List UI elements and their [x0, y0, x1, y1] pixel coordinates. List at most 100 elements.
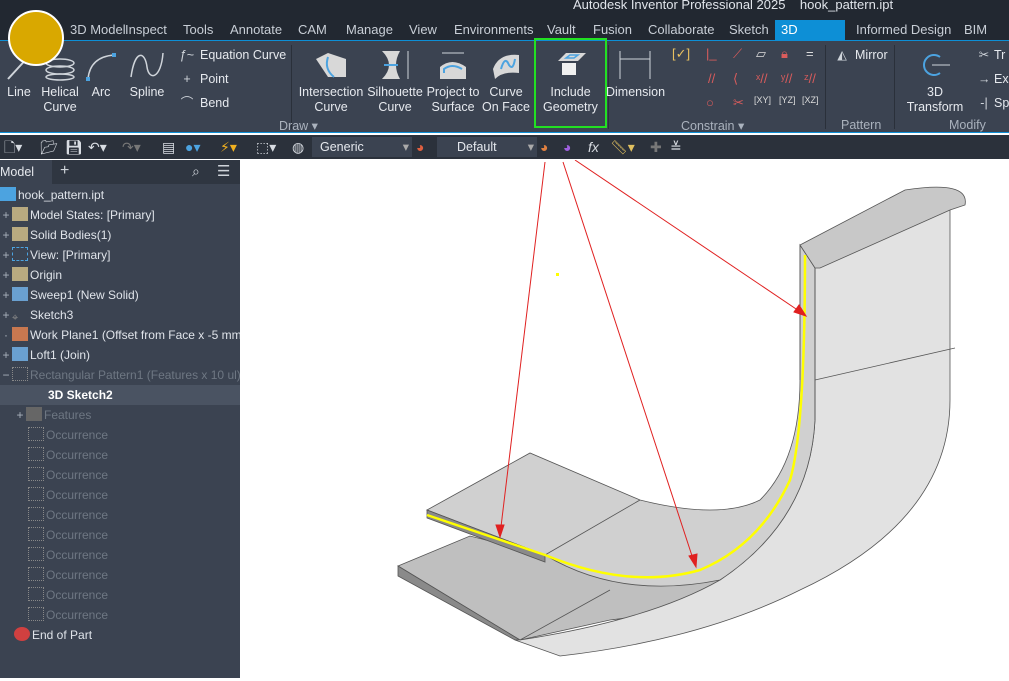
extend-button[interactable]: → Ex: [978, 70, 1009, 88]
trim-button[interactable]: ✂︎ Tr: [978, 46, 1006, 64]
tree-item[interactable]: Occurrence: [0, 485, 240, 505]
update-icon[interactable]: ●▾: [185, 138, 200, 156]
select-icon[interactable]: ⬚▾: [256, 138, 276, 156]
tab-cam[interactable]: CAM: [292, 20, 333, 40]
tree-item[interactable]: Occurrence: [0, 565, 240, 585]
tab-3d-sketch[interactable]: 3D Sketch: [775, 20, 845, 57]
tab-environments[interactable]: Environments: [448, 20, 539, 40]
tree-item[interactable]: Occurrence: [0, 525, 240, 545]
tree-item[interactable]: Occurrence: [0, 425, 240, 445]
tree-item[interactable]: · Work Plane1 (Offset from Face x -5 mm): [0, 325, 246, 345]
tree-item[interactable]: + Loft1 (Join): [0, 345, 240, 365]
fx-icon[interactable]: fx: [588, 138, 599, 156]
model-canvas[interactable]: [240, 159, 1009, 678]
tree-item[interactable]: Occurrence: [0, 505, 240, 525]
smooth-constraint-icon[interactable]: ▱: [756, 46, 766, 62]
3d-transform-button[interactable]: 3D Transform: [898, 49, 972, 115]
tree-label: Occurrence: [46, 528, 109, 542]
curve-on-face-button[interactable]: Curve On Face: [482, 49, 530, 115]
tree-item[interactable]: + Features: [0, 405, 240, 425]
tab-annotate[interactable]: Annotate: [224, 20, 288, 40]
tangent-constraint-icon[interactable]: ⟋: [733, 46, 742, 62]
customize-icon[interactable]: ≚: [670, 138, 682, 156]
tree-item-end-of-part[interactable]: End of Part: [0, 625, 240, 645]
tab-bim[interactable]: BIM Defi: [958, 20, 1009, 57]
draw-panel-label[interactable]: Draw ▾: [279, 118, 318, 133]
search-icon[interactable]: ⌕: [192, 163, 200, 180]
tree-item[interactable]: Occurrence: [0, 545, 240, 565]
parallel-y-icon[interactable]: ʸ//: [781, 71, 792, 86]
tree-item[interactable]: + View: [Primary]: [0, 245, 240, 265]
graphics-viewport[interactable]: [240, 159, 1009, 678]
silhouette-curve-button[interactable]: Silhouette Curve: [366, 49, 424, 115]
coincident-constraint-icon[interactable]: ⟨: [733, 71, 738, 87]
yz-plane-icon[interactable]: [YZ]: [779, 95, 796, 105]
tab-manage[interactable]: Manage: [340, 20, 399, 40]
tab-collaborate[interactable]: Collaborate: [642, 20, 721, 40]
redo-icon[interactable]: ↷▾: [122, 138, 141, 156]
parallel-constraint-icon[interactable]: //: [708, 71, 715, 86]
arc-button[interactable]: Arc: [84, 49, 118, 100]
tab-view[interactable]: View: [403, 20, 443, 40]
new-icon[interactable]: 🗋▾: [4, 138, 22, 156]
tree-item[interactable]: + Origin: [0, 265, 240, 285]
xy-plane-icon[interactable]: [XY]: [754, 95, 771, 105]
add-tab-icon[interactable]: +: [60, 162, 69, 180]
rebuild-icon[interactable]: ⚡▾: [220, 138, 237, 156]
intersection-curve-button[interactable]: Intersection Curve: [298, 49, 364, 115]
3d-transform-label: 3D Transform: [906, 85, 964, 114]
save-icon[interactable]: 💾︎: [65, 138, 83, 156]
mirror-button[interactable]: ◭ Mirror: [833, 46, 887, 64]
tree-item[interactable]: Occurrence: [0, 585, 240, 605]
model-tab[interactable]: Model ✕: [0, 160, 52, 203]
on-face-icon[interactable]: ✂︎: [733, 95, 744, 111]
tab-vault[interactable]: Vault: [541, 20, 582, 40]
spline-button[interactable]: Spline: [126, 49, 168, 100]
appearance-dropdown[interactable]: Default ▾: [437, 137, 537, 157]
parallel-x-icon[interactable]: ˣ//: [756, 71, 768, 86]
tree-root[interactable]: hook_pattern.ipt: [0, 185, 240, 205]
measure-icon[interactable]: 📏︎▾: [610, 138, 635, 156]
tab-fusion[interactable]: Fusion: [587, 20, 638, 40]
tree-item[interactable]: Occurrence: [0, 605, 240, 625]
material-icon[interactable]: ◍: [292, 138, 304, 156]
constrain-panel-label[interactable]: Constrain ▾: [681, 118, 744, 133]
tree-item-3d-sketch2[interactable]: 3D Sketch2: [0, 385, 240, 405]
tree-item[interactable]: Occurrence: [0, 465, 240, 485]
dimension-button[interactable]: Dimension: [606, 49, 665, 100]
open-icon[interactable]: 📂︎: [40, 138, 58, 156]
point-button[interactable]: + Point: [178, 70, 228, 88]
split-button[interactable]: -| Sp: [978, 94, 1009, 112]
menu-icon[interactable]: ☰: [217, 162, 230, 180]
mirror-icon: ◭: [837, 48, 847, 62]
tree-item[interactable]: + Sweep1 (New Solid): [0, 285, 240, 305]
equal-constraint-icon[interactable]: =: [806, 46, 814, 61]
tree-item[interactable]: + ⌖ Sketch3: [0, 305, 240, 325]
tab-tools[interactable]: Tools: [177, 20, 219, 40]
add-icon[interactable]: ✚: [650, 138, 662, 156]
perpendicular-constraint-icon[interactable]: |_: [706, 46, 717, 61]
tree-item[interactable]: + Solid Bodies(1): [0, 225, 240, 245]
tab-sketch[interactable]: Sketch: [723, 20, 775, 40]
appearance-wheel-icon[interactable]: ◕: [416, 138, 424, 156]
bend-button[interactable]: ⌒ Bend: [178, 94, 229, 112]
equation-curve-button[interactable]: ƒ~ Equation Curve: [178, 46, 286, 64]
xz-plane-icon[interactable]: [XZ]: [802, 95, 819, 105]
app-logo-icon[interactable]: [8, 10, 64, 66]
tab-inspect[interactable]: Inspect: [119, 20, 173, 40]
undo-icon[interactable]: ↶▾: [88, 138, 107, 156]
adjust-appearance-icon[interactable]: ◕: [540, 138, 548, 156]
tree-item[interactable]: Occurrence: [0, 445, 240, 465]
parameters-icon[interactable]: ▤: [162, 138, 175, 156]
fix-constraint-icon[interactable]: 🔒︎: [781, 46, 788, 62]
clear-appearance-icon[interactable]: ◕: [563, 138, 571, 156]
show-constraints-icon[interactable]: [✓]: [672, 46, 690, 62]
parallel-z-icon[interactable]: ᶻ//: [804, 71, 816, 86]
material-dropdown[interactable]: Generic ▾: [312, 137, 412, 157]
sketch-point[interactable]: [556, 273, 559, 276]
project-to-surface-button[interactable]: Project to Surface: [426, 49, 480, 115]
tree-item[interactable]: + Model States: [Primary]: [0, 205, 240, 225]
tab-informed-design[interactable]: Informed Design: [850, 20, 957, 40]
tangent-circle-icon[interactable]: ○: [706, 95, 714, 110]
tree-item[interactable]: − Rectangular Pattern1 (Features x 10 ul): [0, 365, 241, 385]
